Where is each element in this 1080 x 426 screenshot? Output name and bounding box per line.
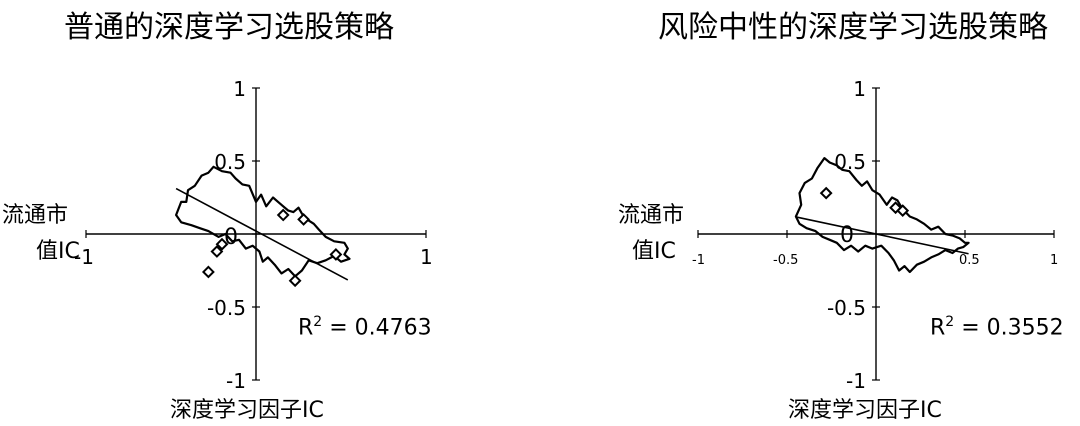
y-tick-label: -1 [226,369,246,393]
x-tick-label: 1 [420,245,433,269]
x-tick-label: -1 [692,253,705,268]
scatter-region-outline [175,165,351,278]
y-tick-label: 1 [853,77,866,101]
chart-panel-risk-neutral: 风险中性的深度学习选股策略 流通市 值IC 深度学习因子IC R2 = 0.35… [540,0,1080,426]
x-tick-label: 1 [1050,253,1058,268]
data-point [819,186,833,200]
scatter-region-outline [794,157,970,274]
y-tick-label: 0.5 [214,150,246,174]
x-tick-label: -1 [74,245,94,269]
x-tick-label: -0.5 [773,253,798,268]
y-tick-label: -0.5 [207,296,246,320]
chart-panel-regular: 普通的深度学习选股策略 流通市 值IC 深度学习因子IC R2 = 0.4763… [0,0,540,426]
y-tick-label: -1 [846,369,866,393]
data-point [288,274,302,288]
y-tick-label: -0.5 [827,296,866,320]
scatter-plot: -10110.5-0.5-1 [74,77,433,393]
data-point [201,265,215,279]
data-point [297,212,311,226]
scatter-plot: -1 -0.500.5 110.5-0.5-1 [692,77,1058,393]
x-tick-label: 0.5 [959,253,980,268]
y-tick-label: 1 [233,77,246,101]
y-tick-label: 0.5 [834,150,866,174]
data-point [276,208,290,222]
